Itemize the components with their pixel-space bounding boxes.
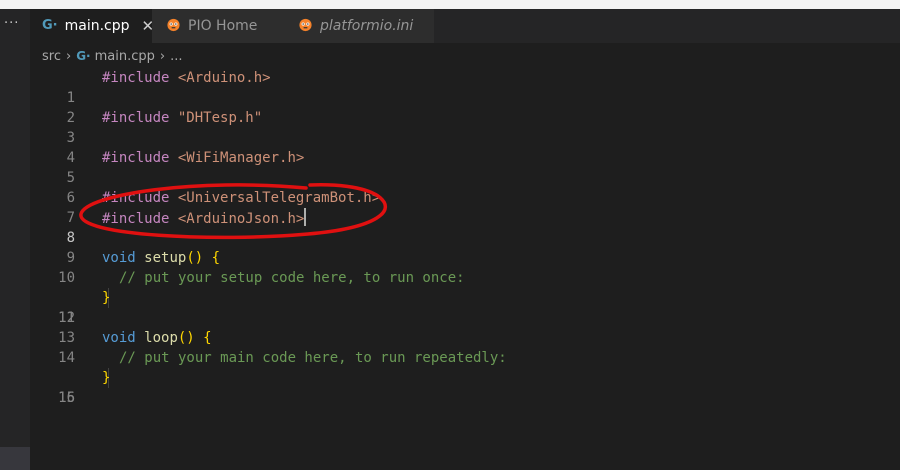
tab-label: platformio.ini	[320, 18, 414, 34]
side-bar: ···	[0, 9, 30, 470]
line-content: }	[102, 288, 110, 308]
code-line[interactable]: 13	[30, 308, 900, 346]
line-content: void setup() {	[102, 248, 220, 268]
code-line[interactable]: 3 #include "DHTesp.h"	[30, 108, 900, 146]
line-number: 16	[58, 390, 75, 406]
platformio-icon	[166, 17, 181, 36]
code-line[interactable]: 12 }	[30, 288, 900, 326]
line-content: void loop() {	[102, 328, 212, 348]
token-brace: }	[102, 290, 111, 306]
token-keyword: void	[102, 250, 136, 266]
code-line[interactable]: 11 // put your setup code here, to run o…	[30, 268, 900, 326]
token-preprocessor: #include	[102, 150, 170, 166]
code-line[interactable]: 16 }	[30, 368, 900, 406]
token-include-path: <Arduino.h>	[177, 70, 271, 86]
chevron-right-icon: ›	[159, 48, 166, 64]
token-function: loop	[144, 330, 178, 346]
more-actions-icon[interactable]: ···	[4, 17, 19, 31]
token-function: setup	[144, 250, 187, 266]
token-include-path: "DHTesp.h"	[177, 110, 263, 126]
token-brace: {	[203, 330, 212, 346]
line-content: }	[102, 368, 110, 388]
window-top-strip	[0, 0, 900, 9]
code-line[interactable]: 5 #include <WiFiManager.h>	[30, 148, 900, 186]
platformio-icon	[298, 17, 313, 36]
line-content: // put your main code here, to run repea…	[119, 348, 507, 368]
breadcrumb-file[interactable]: main.cpp	[95, 49, 155, 64]
tab-platformio-ini[interactable]: platformio.ini	[284, 9, 434, 43]
code-line[interactable]: 4	[30, 128, 900, 166]
tab-main-cpp[interactable]: G· main.cpp ✕	[30, 9, 154, 43]
cpp-file-icon: G·	[76, 49, 91, 63]
code-line[interactable]: 10 void setup() {	[30, 248, 900, 286]
line-content: #include <WiFiManager.h>	[102, 148, 304, 168]
token-parens: ()	[177, 330, 195, 346]
tab-label: PIO Home	[188, 18, 258, 34]
line-content: #include "DHTesp.h"	[102, 108, 262, 128]
token-brace: {	[211, 250, 221, 266]
breadcrumb: src › G· main.cpp › ...	[42, 46, 182, 66]
tab-pio-home[interactable]: PIO Home	[152, 9, 284, 43]
red-ellipse-annotation	[79, 183, 388, 240]
code-line[interactable]: 1 #include <Arduino.h>	[30, 68, 900, 106]
code-line[interactable]: 15 // put your main code here, to run re…	[30, 348, 900, 406]
token-include-path: <WiFiManager.h>	[177, 150, 305, 166]
token-comment: // put your main code here, to run repea…	[119, 350, 507, 366]
cpp-file-icon: G·	[42, 18, 58, 33]
token-brace: }	[102, 370, 111, 386]
breadcrumb-folder[interactable]: src	[42, 49, 61, 64]
token-preprocessor: #include	[102, 70, 170, 86]
token-parens: ()	[186, 250, 204, 266]
line-content: #include <Arduino.h>	[102, 68, 271, 88]
code-editor[interactable]: 1 #include <Arduino.h> 2 3 #include "DHT…	[30, 68, 900, 461]
breadcrumb-symbol[interactable]: ...	[170, 49, 182, 64]
chevron-right-icon: ›	[65, 48, 72, 64]
editor-tab-bar: G· main.cpp ✕ PIO Home platformio.ini	[30, 9, 900, 43]
code-line[interactable]: 2	[30, 88, 900, 126]
code-line[interactable]: 14 void loop() {	[30, 328, 900, 366]
line-content: // put your setup code here, to run once…	[119, 268, 465, 288]
panel-toggle[interactable]	[0, 447, 30, 470]
token-keyword: void	[102, 330, 136, 346]
tab-label: main.cpp	[64, 18, 130, 34]
token-comment: // put your setup code here, to run once…	[119, 270, 465, 286]
token-preprocessor: #include	[102, 110, 170, 126]
